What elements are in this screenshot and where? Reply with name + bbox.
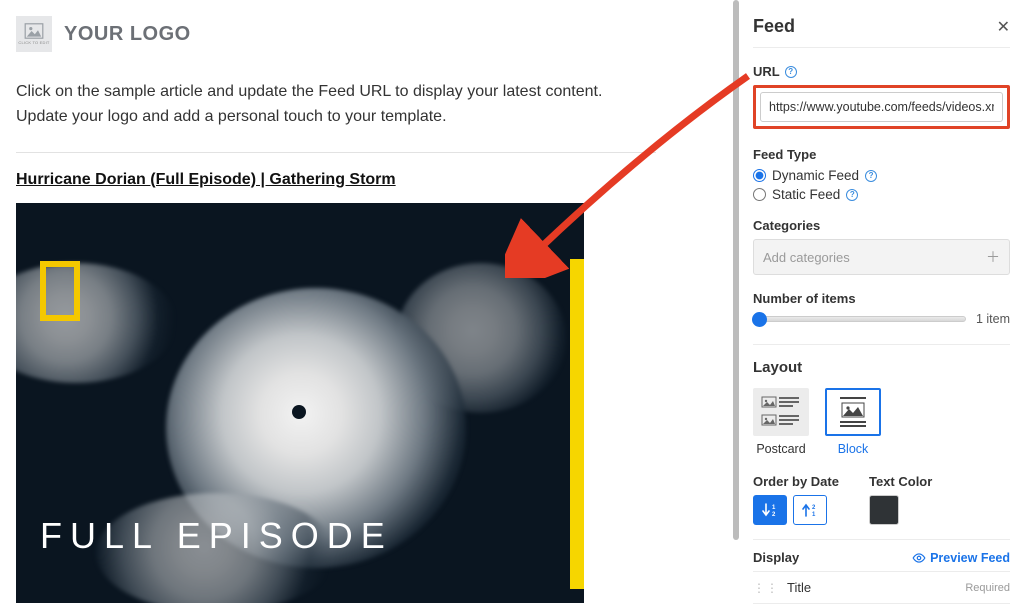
svg-text:1: 1 [812, 512, 816, 518]
feed-url-input[interactable] [760, 92, 1003, 122]
slider-thumb[interactable] [752, 312, 767, 327]
categories-input[interactable]: Add categories ＋ [753, 239, 1010, 275]
natgeo-frame-icon [40, 261, 80, 321]
brand-text[interactable]: YOUR LOGO [64, 23, 191, 46]
text-color-label: Text Color [869, 474, 932, 489]
section-divider [753, 344, 1010, 345]
order-desc-button[interactable]: 1 2 [753, 495, 787, 525]
preview-scrollbar[interactable] [733, 0, 739, 540]
order-label: Order by Date [753, 474, 839, 489]
svg-text:1: 1 [772, 505, 776, 511]
feed-article-title[interactable]: Hurricane Dorian (Full Episode) | Gather… [16, 171, 396, 189]
svg-text:2: 2 [772, 512, 776, 518]
preview-feed-link[interactable]: Preview Feed [912, 551, 1010, 565]
url-label: URL [753, 64, 780, 79]
content-divider [16, 152, 656, 153]
help-icon[interactable]: ? [785, 66, 797, 78]
display-item-title[interactable]: ⋮⋮ Title Required [753, 571, 1010, 604]
drag-handle-icon[interactable]: ⋮⋮ [753, 581, 779, 595]
categories-label: Categories [753, 218, 820, 233]
block-layout-icon [838, 395, 868, 429]
yellow-strip [570, 259, 584, 589]
items-slider[interactable] [753, 316, 966, 322]
logo-placeholder[interactable]: CLICK TO EDIT [16, 16, 52, 52]
eye-icon [912, 551, 926, 565]
feed-type-static[interactable]: Static Feed ? [753, 187, 1010, 202]
help-icon[interactable]: ? [846, 189, 858, 201]
url-highlight-box [753, 85, 1010, 129]
close-icon[interactable]: ✕ [997, 17, 1010, 37]
image-placeholder-icon [24, 23, 44, 39]
sort-desc-icon: 1 2 [761, 502, 779, 518]
layout-option-postcard[interactable]: Postcard [753, 388, 809, 456]
items-count: 1 item [976, 312, 1010, 326]
preview-feed-label: Preview Feed [930, 551, 1010, 565]
items-label: Number of items [753, 291, 856, 306]
display-field-title: Title [787, 580, 811, 595]
panel-title: Feed [753, 16, 795, 37]
click-to-edit-label: CLICK TO EDIT [18, 40, 49, 45]
postcard-label: Postcard [753, 442, 809, 456]
layout-option-block[interactable]: Block [825, 388, 881, 456]
hurricane-eye [292, 405, 306, 419]
sort-asc-icon: 2 1 [801, 502, 819, 518]
text-color-swatch[interactable] [869, 495, 899, 525]
postcard-layout-icon [761, 395, 801, 429]
required-badge: Required [965, 582, 1010, 594]
categories-placeholder: Add categories [763, 250, 850, 265]
feed-type-label: Feed Type [753, 147, 816, 162]
svg-text:2: 2 [812, 505, 816, 511]
dynamic-feed-radio[interactable] [753, 169, 766, 182]
layout-heading: Layout [753, 359, 1010, 376]
plus-icon[interactable]: ＋ [986, 247, 1000, 267]
intro-text[interactable]: Click on the sample article and update t… [16, 80, 656, 130]
static-feed-radio[interactable] [753, 188, 766, 201]
static-feed-label: Static Feed [772, 187, 840, 202]
logo-block[interactable]: CLICK TO EDIT YOUR LOGO [16, 16, 723, 52]
dynamic-feed-label: Dynamic Feed [772, 168, 859, 183]
display-label: Display [753, 550, 799, 565]
template-preview: CLICK TO EDIT YOUR LOGO Click on the sam… [0, 0, 739, 606]
order-asc-button[interactable]: 2 1 [793, 495, 827, 525]
thumbnail-overlay-text: FULL EPISODE [40, 515, 393, 557]
block-label: Block [825, 442, 881, 456]
feed-article-thumbnail[interactable]: FULL EPISODE [16, 203, 584, 603]
help-icon[interactable]: ? [865, 170, 877, 182]
feed-settings-panel: Feed ✕ URL ? Feed Type Dynamic Feed ? St… [739, 0, 1024, 606]
feed-type-dynamic[interactable]: Dynamic Feed ? [753, 168, 1010, 183]
